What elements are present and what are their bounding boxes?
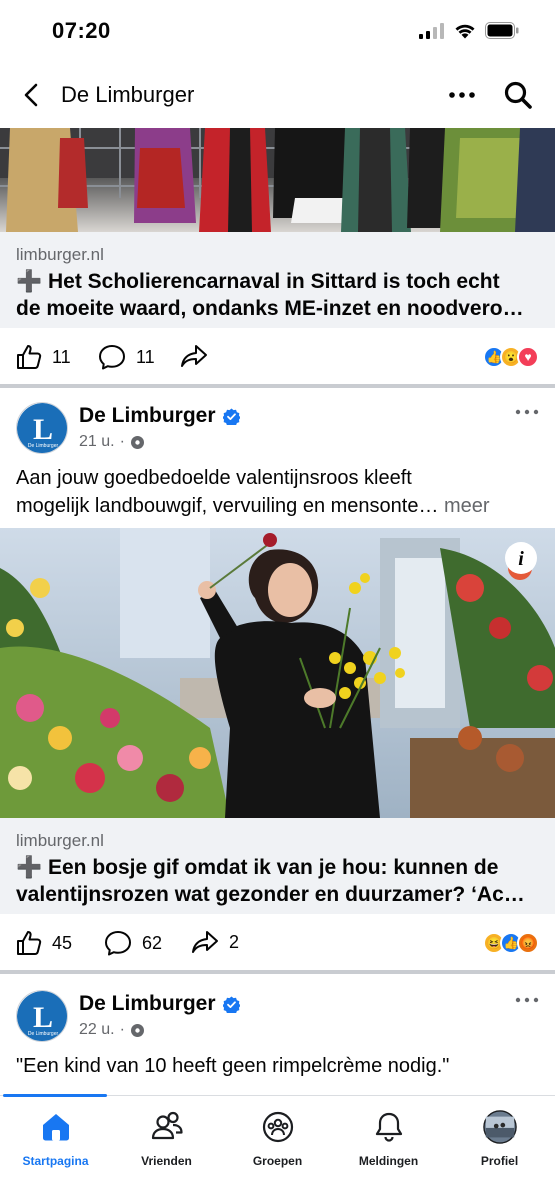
avatar-logo-text: De Limburger (28, 443, 59, 449)
reactions-summary[interactable]: 😆 👍 😡 (483, 932, 539, 954)
post-image-carnival[interactable] (0, 128, 555, 232)
back-button[interactable] (18, 81, 46, 109)
share-button[interactable] (180, 344, 208, 368)
page-header: De Limburger (0, 62, 555, 128)
post-text: Aan jouw goedbedoelde valentijnsroos kle… (16, 464, 546, 520)
comment-button[interactable]: 62 (104, 930, 162, 956)
post-text-line: "Een kind van 10 heeft geen rimpelcrème … (16, 1055, 450, 1077)
nav-item-profile[interactable]: Profiel (444, 1110, 555, 1168)
post-divider (0, 970, 555, 974)
svg-text:L: L (33, 413, 53, 446)
post-options-icon[interactable] (515, 408, 539, 416)
post-header: L De Limburger De Limburger 22 u. · (0, 990, 555, 1060)
status-icons (419, 22, 519, 39)
like-icon (17, 931, 42, 955)
signal-icon (419, 22, 444, 39)
post-actions: 45 62 2 😆 👍 😡 (0, 914, 555, 972)
bottom-navigation: Startpagina Vrienden Groepen Meldingen P… (0, 1094, 555, 1200)
public-audience-icon (130, 435, 144, 449)
profile-avatar (482, 1110, 517, 1144)
angry-reaction-icon: 😡 (517, 932, 539, 954)
reactions-summary[interactable]: 👍 😮 ♥ (483, 346, 539, 368)
link-preview[interactable]: limburger.nl ➕ Het Scholierencarnaval in… (0, 232, 555, 328)
svg-text:L: L (33, 1001, 53, 1034)
status-bar: 07:20 (0, 0, 555, 62)
link-title-line: ➕ Een bosje gif omdat ik van je hou: kun… (16, 856, 499, 879)
page-title: De Limburger (61, 82, 195, 107)
nav-item-notifications[interactable]: Meldingen (333, 1110, 444, 1168)
share-count: 2 (229, 931, 240, 952)
nav-item-home[interactable]: Startpagina (0, 1110, 111, 1168)
info-icon: i (505, 542, 537, 574)
avatar-logo-text: De Limburger (28, 1031, 59, 1037)
bell-icon (375, 1112, 402, 1142)
wifi-icon (455, 24, 475, 38)
comment-button[interactable]: 11 (98, 344, 155, 370)
page-avatar[interactable]: L De Limburger (16, 402, 68, 454)
post-text: "Een kind van 10 heeft geen rimpelcrème … (16, 1052, 546, 1080)
post-meta: 21 u. · (79, 433, 145, 451)
see-more-link[interactable]: meer (444, 495, 490, 517)
link-title-line: de moeite waard, ondanks ME-inzet en noo… (16, 297, 524, 320)
share-icon (181, 345, 207, 367)
comment-count: 62 (142, 932, 163, 953)
link-title: ➕ Het Scholierencarnaval in Sittard is t… (16, 268, 539, 322)
link-domain: limburger.nl (16, 831, 104, 850)
post-divider (0, 384, 555, 388)
post-image-florist[interactable]: i (0, 528, 555, 818)
groups-icon (262, 1111, 293, 1143)
like-icon (17, 345, 42, 369)
post-time: 21 u. (79, 433, 115, 450)
link-title-line: ➕ Het Scholierencarnaval in Sittard is t… (16, 270, 500, 293)
share-icon (192, 931, 218, 953)
page-name-text: De Limburger (79, 404, 216, 427)
like-count: 45 (52, 932, 73, 953)
public-audience-icon (130, 1023, 144, 1037)
comment-icon (99, 345, 125, 370)
svg-text:i: i (518, 548, 524, 570)
post-options-icon[interactable] (515, 996, 539, 1004)
friends-icon (151, 1111, 183, 1140)
nav-label: Groepen (252, 1154, 303, 1168)
like-button[interactable]: 45 (16, 930, 72, 956)
comment-count: 11 (136, 346, 155, 367)
comment-icon (105, 931, 131, 956)
battery-icon (485, 22, 519, 39)
nav-item-friends[interactable]: Vrienden (111, 1110, 222, 1168)
link-title: ➕ Een bosje gif omdat ik van je hou: kun… (16, 854, 539, 908)
search-icon[interactable] (503, 80, 533, 110)
post-text-line: Aan jouw goedbedoelde valentijnsroos kle… (16, 467, 412, 489)
post-actions: 11 11 👍 😮 ♥ (0, 328, 555, 386)
verified-badge-icon (222, 408, 240, 425)
verified-badge-icon (222, 996, 240, 1013)
post-header: L De Limburger De Limburger 21 u. · (0, 402, 555, 472)
home-icon (42, 1114, 69, 1141)
link-title-line: valentijnsrozen wat gezonder en duurzame… (16, 883, 525, 906)
nav-active-indicator (3, 1094, 107, 1097)
status-time: 07:20 (52, 18, 111, 43)
post-text-line-2: mogelijk landbouwgif, vervuiling en mens… (16, 492, 546, 520)
link-domain: limburger.nl (16, 245, 104, 264)
page-name[interactable]: De Limburger (79, 992, 240, 1016)
post-meta: 22 u. · (79, 1021, 145, 1039)
more-options-icon[interactable] (447, 87, 477, 103)
nav-label: Startpagina (22, 1154, 89, 1168)
link-preview[interactable]: limburger.nl ➕ Een bosje gif omdat ik va… (0, 818, 555, 914)
like-button[interactable]: 11 (16, 344, 71, 370)
nav-label: Vrienden (141, 1154, 192, 1168)
share-button[interactable]: 2 (191, 930, 239, 954)
page-name[interactable]: De Limburger (79, 404, 240, 428)
like-count: 11 (52, 346, 71, 367)
nav-label: Meldingen (358, 1154, 419, 1168)
nav-item-groups[interactable]: Groepen (222, 1110, 333, 1168)
post-text-line: mogelijk landbouwgif, vervuiling en mens… (16, 495, 439, 517)
page-name-text: De Limburger (79, 992, 216, 1015)
post-time: 22 u. (79, 1021, 115, 1038)
page-avatar[interactable]: L De Limburger (16, 990, 68, 1042)
nav-label: Profiel (480, 1154, 519, 1168)
love-reaction-icon: ♥ (517, 346, 539, 368)
